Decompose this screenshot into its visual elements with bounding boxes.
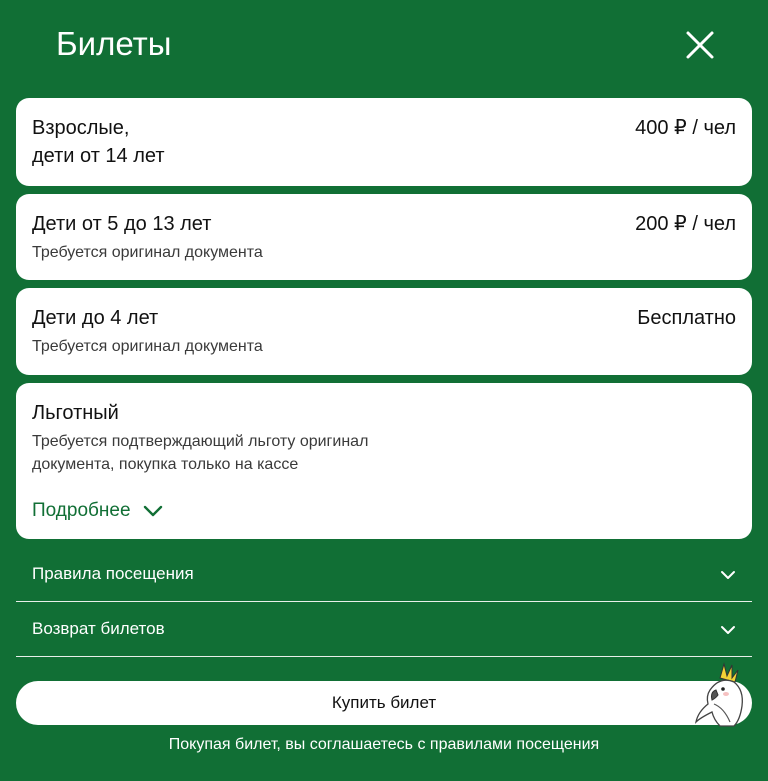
accordion-ticket-refund[interactable]: Возврат билетов	[16, 601, 752, 657]
cockatoo-mascot-icon	[694, 662, 743, 727]
divider	[16, 656, 752, 657]
ticket-card-adult: Взрослые, дети от 14 лет 400 ₽ / чел	[16, 98, 752, 186]
ticket-card-discount: Льготный Требуется подтверждающий льготу…	[16, 383, 752, 539]
chevron-down-icon	[721, 626, 735, 634]
buy-ticket-button[interactable]: Купить билет	[16, 681, 752, 725]
ticket-note: Требуется подтверждающий льготу оригинал	[32, 433, 369, 450]
ticket-title: Дети до 4 лет	[32, 307, 159, 329]
page-title: Билеты	[56, 25, 172, 62]
ticket-note-line2: документа, покупка только на кассе	[32, 456, 299, 473]
more-details-toggle[interactable]: Подробнее	[32, 497, 163, 525]
chevron-down-icon	[143, 505, 162, 517]
chevron-down-icon	[721, 571, 735, 579]
ticket-title: Взрослые,	[32, 117, 130, 139]
header: Билеты	[0, 0, 768, 90]
ticket-price: Бесплатно	[637, 307, 736, 329]
accordion-visit-rules[interactable]: Правила посещения	[16, 546, 752, 602]
ticket-card-child-5-13: Дети от 5 до 13 лет 200 ₽ / чел Требуетс…	[16, 194, 752, 280]
ticket-note: Требуется оригинал документа	[32, 338, 263, 355]
ticket-note: Требуется оригинал документа	[32, 244, 263, 261]
accordion-label: Возврат билетов	[32, 619, 165, 638]
agreement-text: Покупая билет, вы соглашаетесь с правила…	[168, 736, 600, 753]
ticket-title-line2: дети от 14 лет	[32, 145, 165, 167]
close-icon[interactable]	[681, 26, 719, 64]
ticket-title: Дети от 5 до 13 лет	[32, 213, 212, 235]
more-details-label: Подробнее	[32, 500, 131, 521]
ticket-title: Льготный	[32, 402, 119, 424]
ticket-price: 400 ₽ / чел	[635, 117, 736, 139]
accordion-label: Правила посещения	[32, 564, 194, 583]
ticket-card-child-under-4: Дети до 4 лет Бесплатно Требуется оригин…	[16, 288, 752, 375]
ticket-price: 200 ₽ / чел	[635, 213, 736, 235]
